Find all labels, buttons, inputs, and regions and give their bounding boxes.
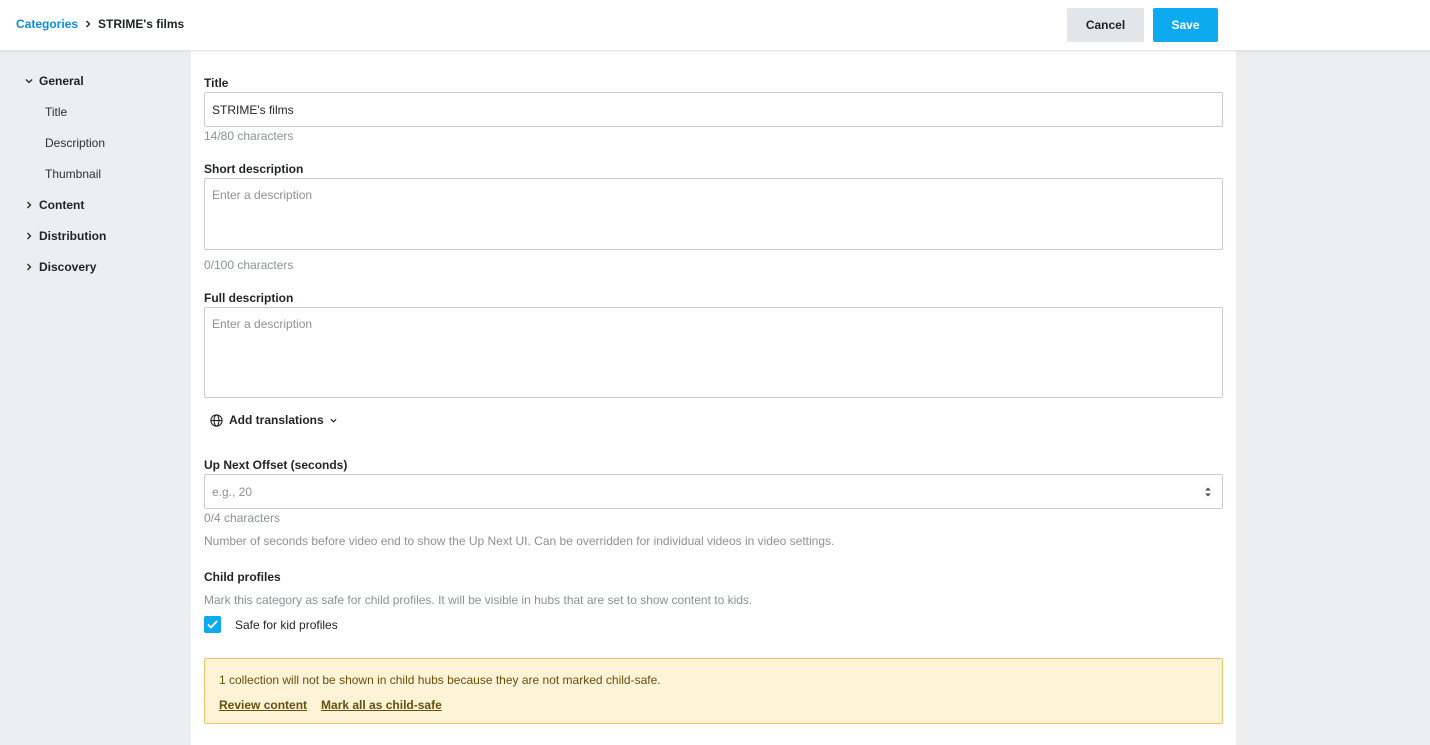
sidebar-group-general[interactable]: General	[24, 74, 84, 88]
title-counter: 14/80 characters	[204, 129, 294, 143]
safe-for-kids-row: Safe for kid profiles	[204, 616, 338, 633]
sidebar-group-content[interactable]: Content	[24, 198, 84, 212]
cancel-button[interactable]: Cancel	[1067, 8, 1144, 42]
title-label: Title	[204, 76, 229, 90]
sidebar-group-distribution[interactable]: Distribution	[24, 229, 106, 243]
title-input[interactable]	[204, 92, 1223, 127]
up-next-offset-counter: 0/4 characters	[204, 511, 281, 525]
full-description-input[interactable]	[204, 307, 1223, 398]
sidebar-item-title[interactable]: Title	[45, 105, 67, 119]
short-description-label: Short description	[204, 162, 304, 176]
safe-for-kids-label: Safe for kid profiles	[235, 617, 338, 632]
sidebar-group-label: Content	[39, 198, 85, 212]
mark-all-child-safe-link[interactable]: Mark all as child-safe	[321, 698, 442, 712]
breadcrumb: Categories STRIME's films	[16, 17, 184, 31]
chevron-right-icon	[84, 20, 92, 28]
add-translations-button[interactable]: Add translations	[210, 413, 337, 427]
full-description-label: Full description	[204, 291, 294, 305]
main-form: Title 14/80 characters Short description…	[191, 51, 1236, 745]
sidebar-item-description[interactable]: Description	[45, 136, 105, 150]
add-translations-label: Add translations	[229, 413, 324, 427]
short-description-counter: 0/100 characters	[204, 258, 294, 272]
breadcrumb-current: STRIME's films	[98, 17, 185, 31]
chevron-down-icon	[330, 417, 337, 424]
child-safe-warning: 1 collection will not be shown in child …	[204, 658, 1223, 724]
top-bar: Categories STRIME's films Cancel Save	[0, 0, 1430, 51]
chevron-right-icon	[24, 262, 34, 272]
warning-actions: Review content Mark all as child-safe	[219, 698, 456, 712]
chevron-down-icon	[24, 76, 34, 86]
short-description-input[interactable]	[204, 178, 1223, 250]
warning-text: 1 collection will not be shown in child …	[219, 673, 661, 687]
sidebar: General Title Description Thumbnail Cont…	[0, 51, 190, 745]
breadcrumb-categories-link[interactable]: Categories	[16, 17, 78, 31]
chevron-right-icon	[24, 231, 34, 241]
sidebar-group-discovery[interactable]: Discovery	[24, 260, 96, 274]
sidebar-item-thumbnail[interactable]: Thumbnail	[45, 167, 101, 181]
up-next-offset-help: Number of seconds before video end to sh…	[204, 534, 835, 548]
sidebar-group-label: General	[39, 74, 84, 88]
child-profiles-label: Child profiles	[204, 570, 281, 584]
save-button[interactable]: Save	[1153, 8, 1218, 42]
up-next-offset-label: Up Next Offset (seconds)	[204, 458, 348, 472]
safe-for-kids-checkbox[interactable]	[204, 616, 221, 633]
child-profiles-help: Mark this category as safe for child pro…	[204, 593, 753, 607]
sidebar-group-label: Distribution	[39, 229, 107, 243]
chevron-right-icon	[24, 200, 34, 210]
sidebar-group-label: Discovery	[39, 260, 97, 274]
checkmark-icon	[207, 620, 218, 629]
number-stepper-icon[interactable]	[1203, 485, 1213, 499]
review-content-link[interactable]: Review content	[219, 698, 307, 712]
globe-icon	[210, 413, 223, 427]
up-next-offset-input[interactable]	[204, 474, 1223, 509]
